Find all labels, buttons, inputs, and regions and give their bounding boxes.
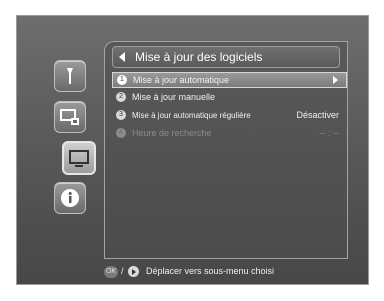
menu-item-number: 4 <box>116 128 126 138</box>
menu-item-manual-update[interactable]: 2 Mise à jour manuelle <box>112 90 347 106</box>
sidebar-item-wrench[interactable] <box>54 60 86 92</box>
ok-key-icon: OK <box>104 266 118 278</box>
menu-item-search-time: 4 Heure de recherche -- : -- <box>112 126 347 142</box>
sidebar-item-info[interactable] <box>54 182 86 214</box>
help-separator: / <box>121 266 124 276</box>
menu-item-label: Mise à jour automatique <box>133 75 230 85</box>
back-arrow-icon[interactable] <box>119 52 125 62</box>
menu-item-number: 1 <box>117 75 127 85</box>
tv-icon <box>69 150 89 167</box>
chevron-right-icon <box>333 76 338 84</box>
info-icon <box>61 189 79 207</box>
panel-header: Mise à jour des logiciels <box>112 46 340 68</box>
menu-item-number: 2 <box>116 92 126 102</box>
menu-item-regular-auto-update[interactable]: 3 Mise à jour automatique régulière Désa… <box>112 108 347 124</box>
menu-item-value: Désactiver <box>296 110 339 120</box>
menu-item-auto-update[interactable]: 1 Mise à jour automatique <box>112 72 347 88</box>
wrench-icon <box>67 68 73 84</box>
sidebar-item-network[interactable] <box>54 101 86 133</box>
right-arrow-key-icon <box>128 266 139 277</box>
menu-item-label: Mise à jour automatique régulière <box>132 111 251 120</box>
page-title: Mise à jour des logiciels <box>135 50 263 64</box>
menu-list: 1 Mise à jour automatique 2 Mise à jour … <box>112 72 347 144</box>
menu-item-number: 3 <box>116 110 126 120</box>
sidebar <box>34 40 104 260</box>
help-text: Déplacer vers sous-menu choisi <box>146 266 275 276</box>
menu-item-value: -- : -- <box>319 128 340 138</box>
network-settings-icon <box>60 109 79 125</box>
menu-item-label: Mise à jour manuelle <box>132 92 216 102</box>
sidebar-item-tv[interactable] <box>62 141 96 175</box>
screen: Mise à jour des logiciels 1 Mise à jour … <box>0 0 384 301</box>
menu-item-label: Heure de recherche <box>132 128 212 138</box>
